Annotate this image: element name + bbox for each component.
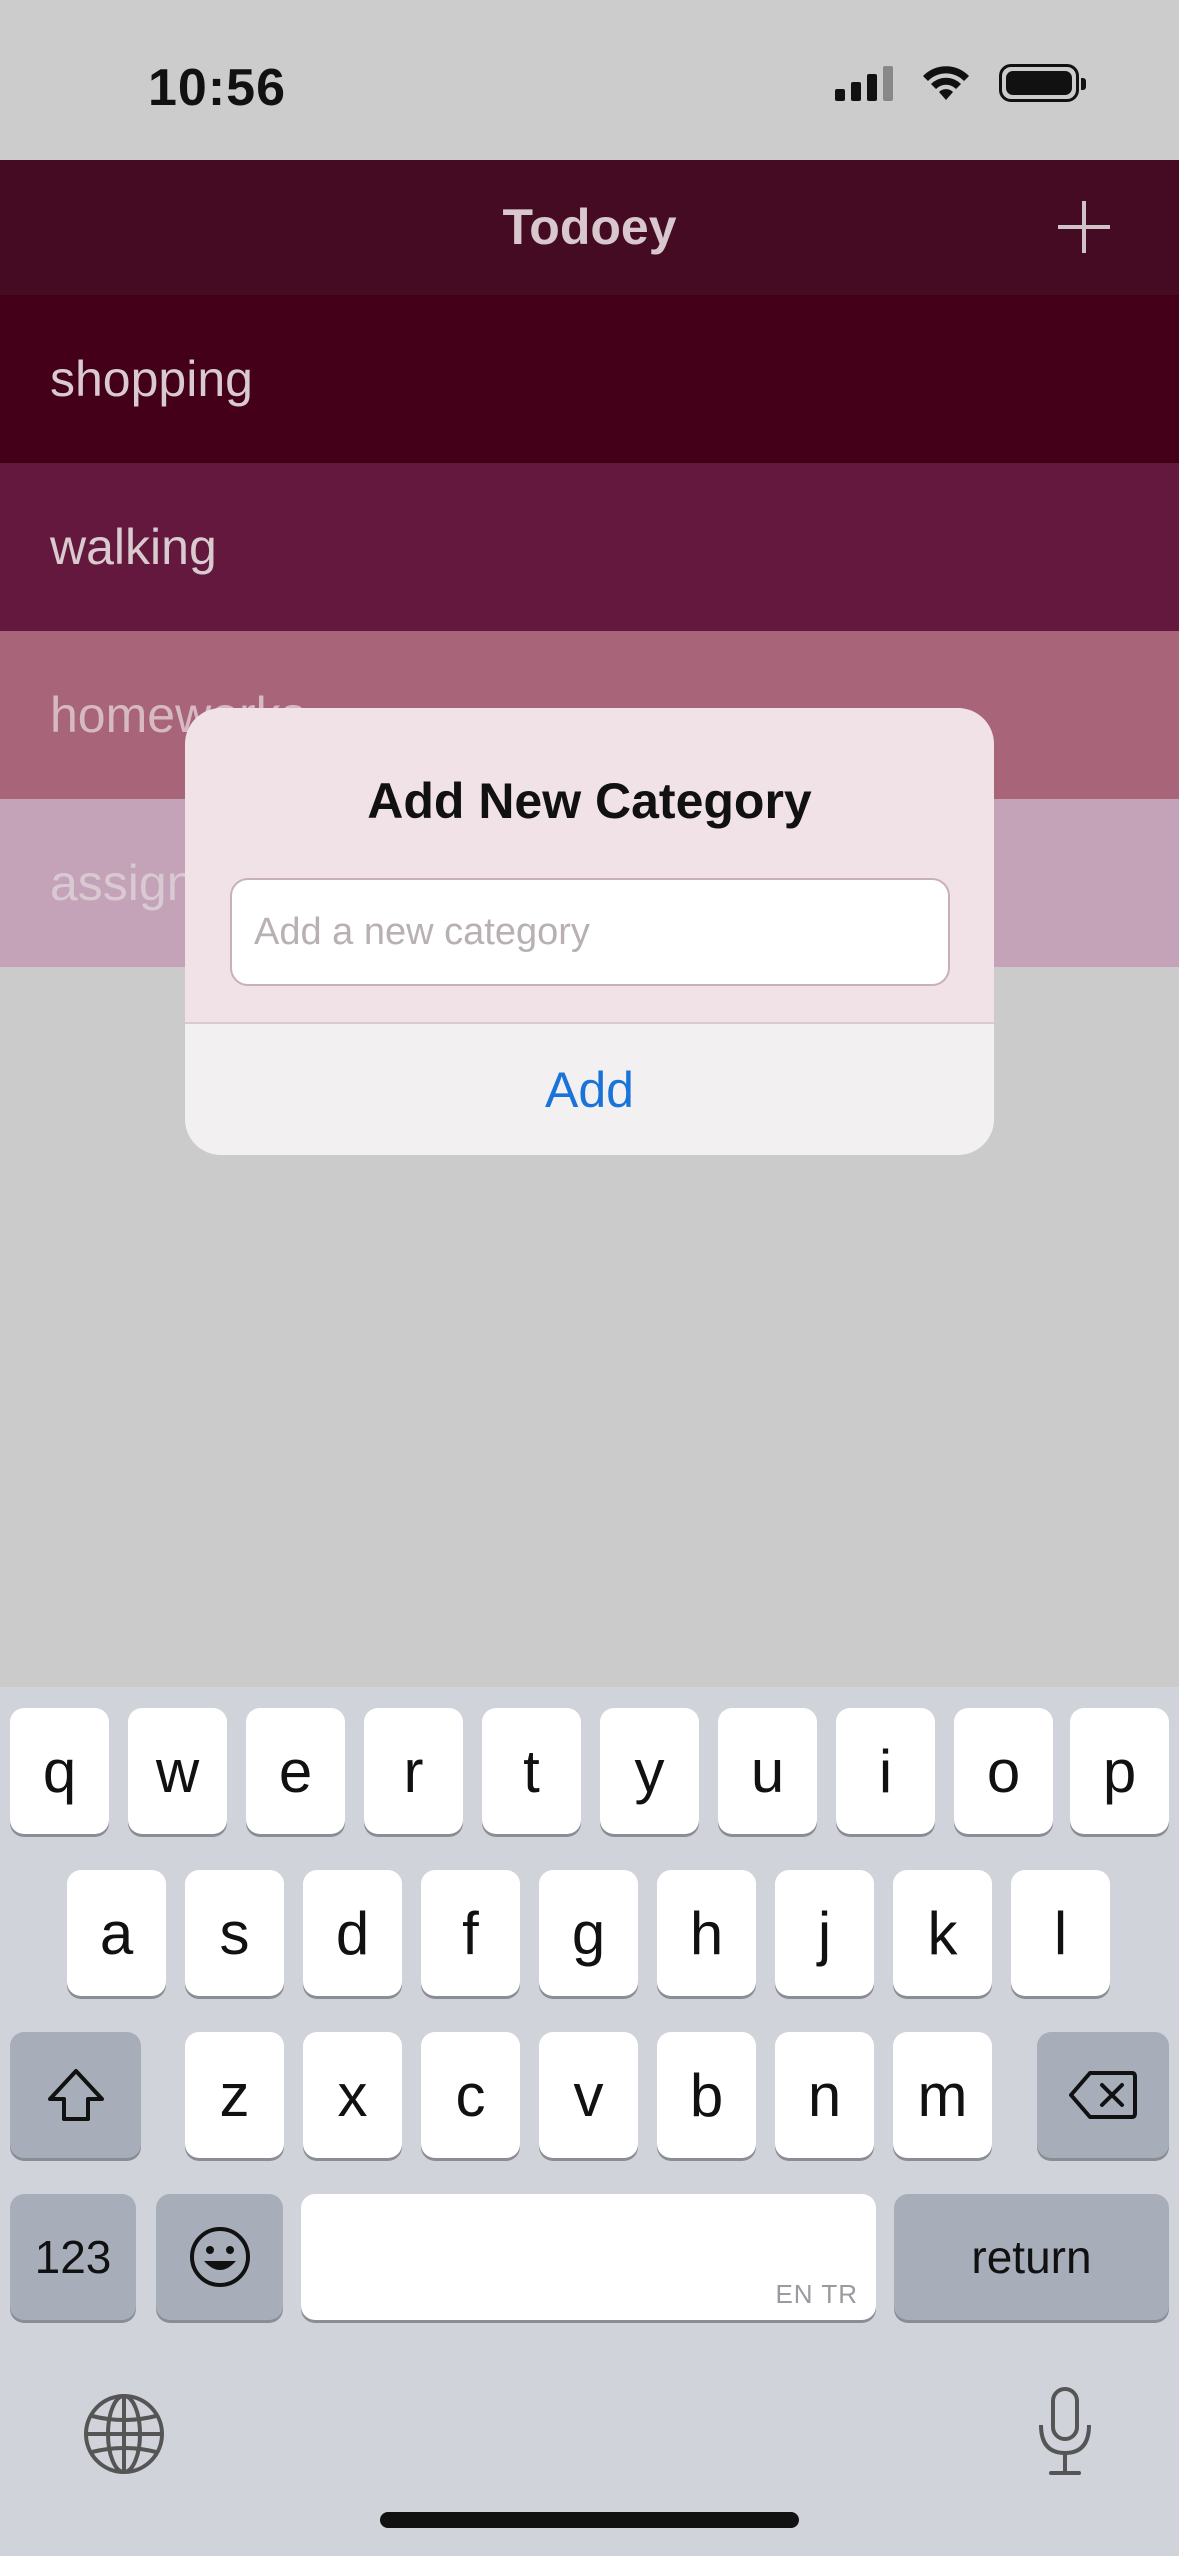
emoji-icon — [189, 2227, 250, 2287]
status-time: 10:56 — [148, 59, 286, 117]
key-n[interactable]: n — [775, 2032, 874, 2158]
home-indicator — [380, 2512, 799, 2528]
nav-title: Todoey — [502, 199, 677, 255]
list-item[interactable]: walking — [0, 463, 1179, 631]
key-j[interactable]: j — [775, 1870, 874, 1996]
shift-key[interactable] — [10, 2032, 141, 2158]
status-bar: 10:56 — [0, 0, 1179, 160]
add-button[interactable]: Add — [185, 1024, 994, 1155]
add-category-button[interactable] — [1039, 182, 1129, 272]
key-t[interactable]: t — [482, 1708, 581, 1834]
battery-icon — [999, 64, 1086, 102]
key-h[interactable]: h — [657, 1870, 756, 1996]
dictation-button[interactable] — [1035, 2385, 1095, 2482]
key-u[interactable]: u — [718, 1708, 817, 1834]
key-e[interactable]: e — [246, 1708, 345, 1834]
key-w[interactable]: w — [128, 1708, 227, 1834]
key-m[interactable]: m — [893, 2032, 992, 2158]
key-o[interactable]: o — [954, 1708, 1053, 1834]
return-key[interactable]: return — [894, 2194, 1169, 2320]
globe-button[interactable] — [82, 2392, 166, 2481]
key-c[interactable]: c — [421, 2032, 520, 2158]
delete-key[interactable] — [1037, 2032, 1169, 2158]
key-v[interactable]: v — [539, 2032, 638, 2158]
key-i[interactable]: i — [836, 1708, 935, 1834]
key-k[interactable]: k — [893, 1870, 992, 1996]
navigation-bar: Todoey — [0, 160, 1179, 295]
alert-title: Add New Category — [367, 773, 812, 829]
key-g[interactable]: g — [539, 1870, 638, 1996]
key-r[interactable]: r — [364, 1708, 463, 1834]
key-p[interactable]: p — [1070, 1708, 1169, 1834]
key-y[interactable]: y — [600, 1708, 699, 1834]
emoji-key[interactable] — [156, 2194, 283, 2320]
key-f[interactable]: f — [421, 1870, 520, 1996]
key-q[interactable]: q — [10, 1708, 109, 1834]
backspace-icon — [1069, 2071, 1137, 2119]
key-b[interactable]: b — [657, 2032, 756, 2158]
signal-icon — [835, 65, 893, 101]
key-l[interactable]: l — [1011, 1870, 1110, 1996]
category-label: walking — [50, 519, 217, 575]
category-name-input[interactable] — [230, 878, 950, 986]
key-a[interactable]: a — [67, 1870, 166, 1996]
plus-icon — [1058, 201, 1110, 253]
microphone-icon — [1039, 2387, 1091, 2475]
key-z[interactable]: z — [185, 2032, 284, 2158]
key-x[interactable]: x — [303, 2032, 402, 2158]
shift-icon — [47, 2069, 104, 2121]
key-s[interactable]: s — [185, 1870, 284, 1996]
space-bar[interactable]: EN TR — [301, 2194, 876, 2320]
space-language-label: EN TR — [775, 2279, 858, 2309]
status-icons — [835, 64, 1086, 102]
list-item[interactable]: shopping — [0, 295, 1179, 463]
numbers-key[interactable]: 123 — [10, 2194, 136, 2320]
key-d[interactable]: d — [303, 1870, 402, 1996]
category-label: shopping — [50, 351, 253, 407]
wifi-icon — [923, 66, 969, 100]
globe-icon — [84, 2394, 164, 2474]
add-category-alert: Add New Category Add — [185, 708, 994, 1155]
